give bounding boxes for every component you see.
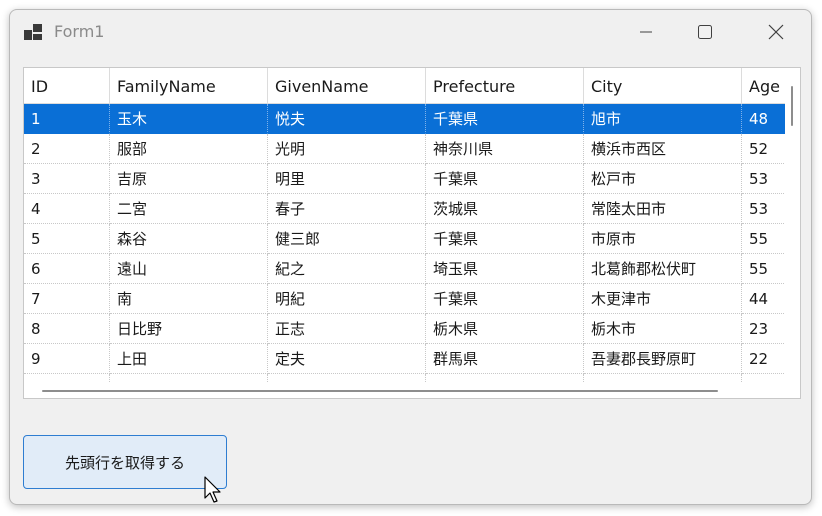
cell-id[interactable]: 1 <box>24 104 110 134</box>
table-row[interactable]: 3 吉原 明里 千葉県 松戸市 53 <box>24 164 800 194</box>
cell-id[interactable]: 7 <box>24 284 110 314</box>
column-header-id[interactable]: ID <box>24 68 110 104</box>
cell-city[interactable]: 旭市 <box>584 104 742 134</box>
cell-family-name[interactable]: 上田 <box>110 344 268 374</box>
cell-given-name[interactable]: 光明 <box>268 134 426 164</box>
window-title: Form1 <box>54 22 105 41</box>
column-header-prefecture[interactable]: Prefecture <box>426 68 584 104</box>
grid-rows: 1 玉木 悦夫 千葉県 旭市 48 2 服部 光明 神奈川県 横浜市西区 52 3 吉原 明里 千葉県 松戸市 5… <box>24 104 800 398</box>
cell-given-name[interactable]: 健三郎 <box>268 224 426 254</box>
close-button[interactable] <box>752 14 800 50</box>
cell-id[interactable]: 3 <box>24 164 110 194</box>
minimize-button[interactable] <box>622 14 670 50</box>
cell-id[interactable]: 6 <box>24 254 110 284</box>
cell-family-name[interactable]: 二宮 <box>110 194 268 224</box>
cell-prefecture[interactable]: 千葉県 <box>426 224 584 254</box>
cell-family-name[interactable]: 服部 <box>110 134 268 164</box>
table-row[interactable]: 7 南明紀 千葉県 木更津市 44 <box>24 284 800 314</box>
cell-city[interactable]: 栃木市 <box>584 314 742 344</box>
horizontal-scroll-thumb[interactable] <box>42 390 718 392</box>
title-bar[interactable]: Form1 <box>10 10 811 54</box>
horizontal-scrollbar[interactable] <box>24 383 800 398</box>
cell-id[interactable]: 2 <box>24 134 110 164</box>
cell-prefecture[interactable]: 神奈川県 <box>426 134 584 164</box>
cell-given-name[interactable]: 明里 <box>268 164 426 194</box>
cell-family-name[interactable]: 玉木 <box>110 104 268 134</box>
cell-prefecture[interactable]: 茨城県 <box>426 194 584 224</box>
table-row[interactable]: 6 遠山 紀之 埼玉県 北葛飾郡松伏町 55 <box>24 254 800 284</box>
minimize-icon <box>640 31 652 33</box>
table-row[interactable]: 4 二宮 春子 茨城県 常陸太田市 53 <box>24 194 800 224</box>
cell-city[interactable]: 吾妻郡長野原町 <box>584 344 742 374</box>
table-row[interactable]: 5 森谷 健三郎 千葉県 市原市 55 <box>24 224 800 254</box>
column-header-family-name[interactable]: FamilyName <box>110 68 268 104</box>
cell-family-name[interactable]: 遠山 <box>110 254 268 284</box>
cell-city[interactable]: 木更津市 <box>584 284 742 314</box>
cell-prefecture[interactable]: 群馬県 <box>426 344 584 374</box>
cell-prefecture[interactable]: 千葉県 <box>426 164 584 194</box>
cell-family-name[interactable]: 森谷 <box>110 224 268 254</box>
cell-id[interactable]: 8 <box>24 314 110 344</box>
maximize-button[interactable] <box>681 14 729 50</box>
cell-prefecture[interactable]: 千葉県 <box>426 284 584 314</box>
cell-family-name[interactable]: 南 <box>110 284 268 314</box>
table-row[interactable]: 1 玉木 悦夫 千葉県 旭市 48 <box>24 104 800 134</box>
cell-given-name[interactable]: 明紀 <box>268 284 426 314</box>
cell-prefecture[interactable]: 千葉県 <box>426 104 584 134</box>
cell-prefecture[interactable]: 埼玉県 <box>426 254 584 284</box>
table-row[interactable]: 2 服部 光明 神奈川県 横浜市西区 52 <box>24 134 800 164</box>
cell-given-name[interactable]: 紀之 <box>268 254 426 284</box>
cell-city[interactable]: 常陸太田市 <box>584 194 742 224</box>
cell-city[interactable]: 松戸市 <box>584 164 742 194</box>
cell-given-name[interactable]: 春子 <box>268 194 426 224</box>
close-icon <box>768 24 784 40</box>
form-window: Form1 ID FamilyName GivenName Prefecture Cit… <box>9 9 812 505</box>
cell-given-name[interactable]: 正志 <box>268 314 426 344</box>
cell-prefecture[interactable]: 栃木県 <box>426 314 584 344</box>
column-header-given-name[interactable]: GivenName <box>268 68 426 104</box>
mouse-cursor-icon <box>204 476 221 503</box>
data-grid[interactable]: ID FamilyName GivenName Prefecture City Age 1… <box>23 67 801 399</box>
table-row[interactable]: 9 上田 定夫 群馬県 吾妻郡長野原町 22 <box>24 344 800 374</box>
cell-family-name[interactable]: 日比野 <box>110 314 268 344</box>
app-icon <box>24 24 42 40</box>
cell-given-name[interactable]: 定夫 <box>268 344 426 374</box>
cell-id[interactable]: 4 <box>24 194 110 224</box>
table-row[interactable]: 8 日比野 正志 栃木県 栃木市 23 <box>24 314 800 344</box>
cell-id[interactable]: 5 <box>24 224 110 254</box>
cell-city[interactable]: 市原市 <box>584 224 742 254</box>
get-first-row-button[interactable]: 先頭行を取得する <box>23 435 227 489</box>
maximize-icon <box>698 25 712 39</box>
cell-city[interactable]: 横浜市西区 <box>584 134 742 164</box>
vertical-scrollbar[interactable] <box>785 68 800 383</box>
vertical-scroll-thumb[interactable] <box>791 86 793 126</box>
cell-city[interactable]: 北葛飾郡松伏町 <box>584 254 742 284</box>
column-header-city[interactable]: City <box>584 68 742 104</box>
cell-id[interactable]: 9 <box>24 344 110 374</box>
grid-header-row: ID FamilyName GivenName Prefecture City Age <box>24 68 800 104</box>
cell-family-name[interactable]: 吉原 <box>110 164 268 194</box>
cell-given-name[interactable]: 悦夫 <box>268 104 426 134</box>
